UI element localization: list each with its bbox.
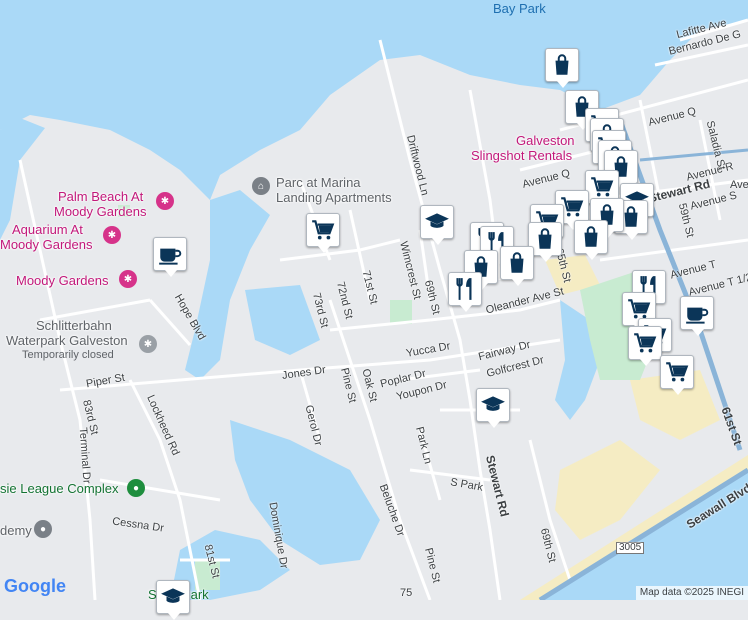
restaurant-marker[interactable] xyxy=(448,272,482,312)
school-icon-academy[interactable]: ● xyxy=(34,520,52,538)
slingshot-label[interactable]: Galveston xyxy=(516,134,575,147)
shopping-bag-icon xyxy=(578,224,604,250)
shopping-cart-icon xyxy=(310,217,336,243)
restaurant-icon xyxy=(452,276,478,302)
google-logo-text: Google xyxy=(4,576,66,596)
shopping-cart-marker[interactable] xyxy=(628,326,662,366)
palm-beach-label[interactable]: Palm Beach At xyxy=(58,190,143,203)
coffee-marker[interactable] xyxy=(680,296,714,336)
slingshot-label-2[interactable]: Slingshot Rentals xyxy=(471,149,572,162)
park-icon-league[interactable]: ● xyxy=(127,479,145,497)
attraction-icon-moody-gardens[interactable]: ✱ xyxy=(119,270,137,288)
shopping-bag-marker[interactable] xyxy=(574,220,608,260)
moody-gardens-label[interactable]: Moody Gardens xyxy=(16,274,109,287)
parc-marina-label-2[interactable]: Landing Apartments xyxy=(276,191,392,204)
school-marker[interactable] xyxy=(156,580,190,620)
shopping-bag-marker[interactable] xyxy=(545,48,579,88)
route-3005-shield: 3005 xyxy=(616,542,645,554)
shopping-bag-icon xyxy=(549,52,575,78)
school-marker[interactable] xyxy=(420,205,454,245)
school-marker[interactable] xyxy=(476,388,510,428)
map-attribution[interactable]: Map data ©2025 INEGI xyxy=(635,586,748,600)
school-icon xyxy=(424,209,450,235)
temporarily-closed-label: Temporarily closed xyxy=(22,349,114,361)
league-complex-label[interactable]: sie League Complex xyxy=(0,482,119,495)
aquarium-label-2[interactable]: Moody Gardens xyxy=(0,238,93,251)
shopping-bag-marker[interactable] xyxy=(500,246,534,286)
shopping-cart-marker[interactable] xyxy=(306,213,340,253)
shopping-cart-icon xyxy=(632,330,658,356)
coffee-icon xyxy=(157,241,183,267)
coffee-marker[interactable] xyxy=(153,237,187,277)
attraction-icon-schlitterbahn[interactable]: ✱ xyxy=(139,335,157,353)
shopping-cart-icon xyxy=(664,359,690,385)
parc-marina-label[interactable]: Parc at Marina xyxy=(276,176,361,189)
shopping-bag-icon xyxy=(532,226,558,252)
street-ave-edge: Ave xyxy=(730,179,748,191)
coffee-icon xyxy=(684,300,710,326)
apartment-icon[interactable]: ⌂ xyxy=(252,177,270,195)
attraction-icon-aquarium[interactable]: ✱ xyxy=(103,226,121,244)
schlitterbahn-label[interactable]: Schlitterbahn xyxy=(36,319,112,332)
schlitterbahn-label-2[interactable]: Waterpark Galveston xyxy=(6,334,128,347)
aquarium-label[interactable]: Aquarium At xyxy=(12,223,83,236)
shopping-bag-icon xyxy=(504,250,530,276)
palm-beach-label-2[interactable]: Moody Gardens xyxy=(54,205,147,218)
attraction-icon-palm-beach[interactable]: ✱ xyxy=(156,192,174,210)
shopping-cart-icon xyxy=(589,174,615,200)
school-icon xyxy=(160,584,186,610)
google-logo: Google xyxy=(4,576,66,597)
school-icon xyxy=(480,392,506,418)
bay-park-label[interactable]: Bay Park xyxy=(493,2,546,15)
street-75: 75 xyxy=(400,587,413,599)
academy-label[interactable]: demy xyxy=(0,524,32,537)
shopping-cart-marker[interactable] xyxy=(660,355,694,395)
